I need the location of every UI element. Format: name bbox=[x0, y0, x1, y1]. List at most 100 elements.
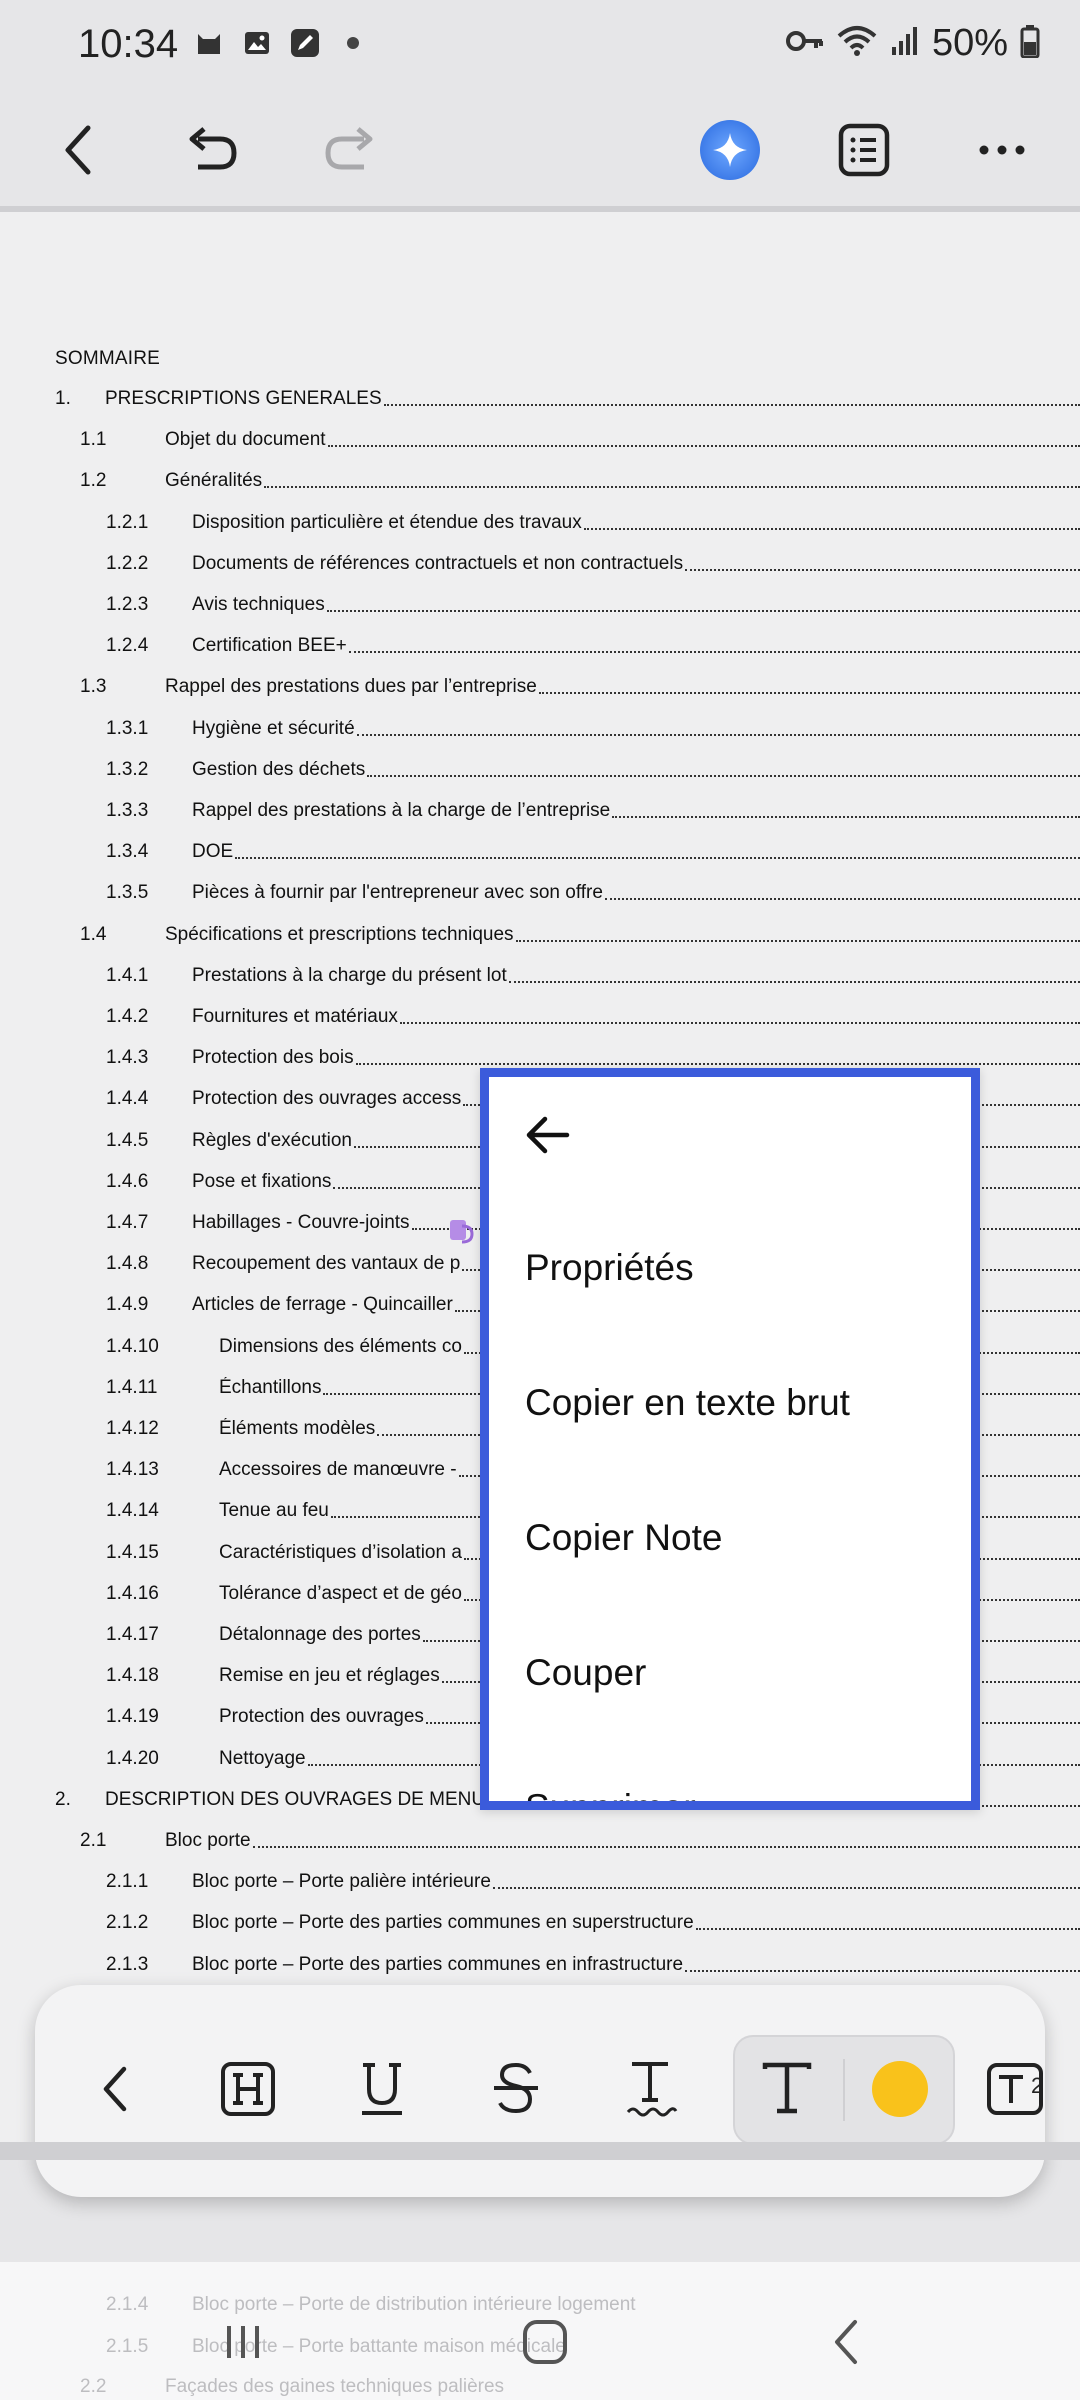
wifi-icon bbox=[836, 24, 878, 63]
strikethrough-icon bbox=[494, 2062, 538, 2114]
menu-item-proprietes[interactable]: Propriétés bbox=[525, 1247, 945, 1289]
toc-entry-label: Bloc porte – Porte des parties communes … bbox=[192, 1953, 684, 1975]
cat-icon bbox=[192, 26, 226, 60]
toc-number: 1.2.4 bbox=[106, 635, 149, 657]
toc-entry-label: Tenue au feu bbox=[219, 1500, 329, 1522]
arrow-left-icon bbox=[526, 1116, 570, 1154]
toc-entry: Rappel des prestations à la charge de l’… bbox=[192, 800, 1080, 822]
toc-number: 1.4.20 bbox=[106, 1747, 159, 1769]
toc-row: 1. PRESCRIPTIONS GENERALES bbox=[0, 382, 1080, 414]
page-indicator: 2 bbox=[1031, 2073, 1044, 2098]
toc-entry-label: Bloc porte bbox=[165, 1830, 251, 1851]
toc-number: 2.1.3 bbox=[106, 1953, 149, 1975]
toc-leader-dots bbox=[538, 692, 1080, 695]
toc-entry-label: Habillages - Couvre-joints bbox=[192, 1212, 410, 1233]
app-toolbar bbox=[0, 90, 1080, 208]
annotation-marker-icon[interactable] bbox=[448, 1216, 476, 1246]
toc-leader-dots bbox=[583, 527, 1080, 530]
toc-row: 2.1.3 Bloc porte – Porte des parties comm… bbox=[0, 1948, 1080, 1980]
faded-toc-num: 2.1.5 bbox=[106, 2336, 149, 2357]
toc-number: 1.3.1 bbox=[106, 717, 149, 739]
toc-leader-dots bbox=[399, 1022, 1080, 1024]
toc-number: 1.2.1 bbox=[106, 511, 149, 533]
toc-number: 1.4.6 bbox=[106, 1170, 149, 1192]
format-back-button[interactable] bbox=[65, 2037, 165, 2141]
toc-entry-label: PRESCRIPTIONS GENERALES bbox=[105, 388, 382, 409]
toc-number: 1.1 bbox=[80, 429, 107, 451]
toc-entry-label: Tolérance d’aspect et de géo bbox=[219, 1582, 462, 1604]
toc-entry-label: DOE bbox=[192, 841, 234, 863]
toc-entry: Prestations à la charge du présent lot bbox=[192, 965, 1080, 987]
toc-entry-label: Protection des bois bbox=[192, 1047, 354, 1069]
color-picker-button[interactable] bbox=[850, 2037, 950, 2141]
status-notification-icons bbox=[192, 26, 370, 60]
text-style-button[interactable] bbox=[737, 2037, 837, 2141]
toc-entry-label: Disposition particulière et étendue des … bbox=[192, 511, 582, 533]
toc-heading: SOMMAIRE bbox=[55, 348, 161, 369]
toc-entry: Objet du document bbox=[165, 429, 1080, 451]
toc-leader-dots bbox=[383, 404, 1080, 406]
ai-assist-button[interactable] bbox=[692, 112, 768, 188]
toc-leader-dots bbox=[685, 568, 1080, 571]
toc-number: 1.3.3 bbox=[106, 800, 149, 821]
highlight-button[interactable] bbox=[198, 2037, 298, 2141]
redo-button[interactable] bbox=[312, 112, 388, 188]
text-style-icon bbox=[762, 2062, 812, 2114]
toc-row: 1.3.5 Pièces à fournir par l'entrepreneur… bbox=[0, 876, 1080, 908]
recent-apps-button[interactable] bbox=[203, 2302, 283, 2382]
toc-entry: Bloc porte bbox=[165, 1830, 1080, 1852]
toc-leader-dots bbox=[492, 1887, 1080, 1890]
back-button[interactable] bbox=[42, 112, 118, 188]
nav-back-button[interactable] bbox=[806, 2302, 886, 2382]
menu-item-copier-note[interactable]: Copier Note bbox=[525, 1517, 945, 1559]
color-swatch bbox=[872, 2061, 928, 2117]
format-toolbar: 2 bbox=[35, 1985, 1045, 2197]
page-edge bbox=[0, 2142, 1080, 2160]
toc-row: 1.3.1 Hygiène et sécurité bbox=[0, 712, 1080, 744]
list-view-button[interactable] bbox=[826, 112, 902, 188]
toc-row: 1.2.1 Disposition particulière et étendue… bbox=[0, 506, 1080, 538]
menu-item-supprimer[interactable]: Supprimer bbox=[525, 1787, 945, 1801]
toc-number: 1.4.15 bbox=[106, 1541, 159, 1563]
toc-entry-label: Remise en jeu et réglages bbox=[219, 1665, 440, 1687]
toc-number: 2.1.2 bbox=[106, 1912, 149, 1934]
toc-entry-label: Articles de ferrage - Quincailler bbox=[192, 1294, 453, 1316]
image-icon bbox=[240, 26, 274, 60]
toc-row: 1.4.1 Prestations à la charge du présent … bbox=[0, 959, 1080, 991]
toc-entry-label: Hygiène et sécurité bbox=[192, 717, 355, 739]
toc-number: 1.2 bbox=[80, 470, 107, 492]
toc-number: 1.4.1 bbox=[106, 964, 149, 986]
group-divider bbox=[843, 2059, 845, 2121]
toc-entry-label: Recoupement des vantaux de p bbox=[192, 1253, 461, 1275]
toc-number: 1.4.10 bbox=[106, 1335, 159, 1357]
toc-leader-dots bbox=[356, 733, 1080, 736]
list-icon bbox=[838, 123, 890, 177]
toc-number: 1.3.5 bbox=[106, 882, 149, 904]
toc-entry-label: Accessoires de manœuvre - bbox=[219, 1459, 457, 1481]
undo-button[interactable] bbox=[174, 112, 250, 188]
strikethrough-button[interactable] bbox=[466, 2037, 566, 2141]
toc-number: 1.4.19 bbox=[106, 1706, 159, 1728]
toc-leader-dots bbox=[612, 816, 1080, 818]
toc-entry: DOE bbox=[192, 841, 1080, 863]
toc-entry-label: Échantillons bbox=[219, 1376, 322, 1398]
navigation-bar: 2.1.4 Bloc porte – Porte de distribution… bbox=[0, 2262, 1080, 2400]
toc-entry: Avis techniques bbox=[192, 594, 1080, 616]
home-button[interactable] bbox=[505, 2302, 585, 2382]
toc-number: 1.4.3 bbox=[106, 1047, 149, 1069]
toc-number: 1.4.7 bbox=[106, 1212, 149, 1233]
toc-leader-dots bbox=[508, 980, 1080, 983]
underline-button[interactable] bbox=[332, 2037, 432, 2141]
toc-leader-dots bbox=[695, 1928, 1080, 1931]
context-menu-back-button[interactable] bbox=[519, 1107, 575, 1163]
toc-row: 1.2.4 Certification BEE+ bbox=[0, 629, 1080, 661]
wavy-underline-button[interactable] bbox=[600, 2037, 700, 2141]
more-icon bbox=[979, 145, 1025, 155]
chevron-left-icon bbox=[103, 2066, 127, 2112]
more-options-button[interactable] bbox=[964, 112, 1040, 188]
menu-item-couper[interactable]: Couper bbox=[525, 1652, 945, 1694]
menu-item-copier-texte-brut[interactable]: Copier en texte brut bbox=[525, 1382, 945, 1424]
status-system-icons: 50% bbox=[785, 22, 1040, 65]
toc-entry: Certification BEE+ bbox=[192, 635, 1080, 657]
toc-number: 1.2.3 bbox=[106, 594, 149, 615]
